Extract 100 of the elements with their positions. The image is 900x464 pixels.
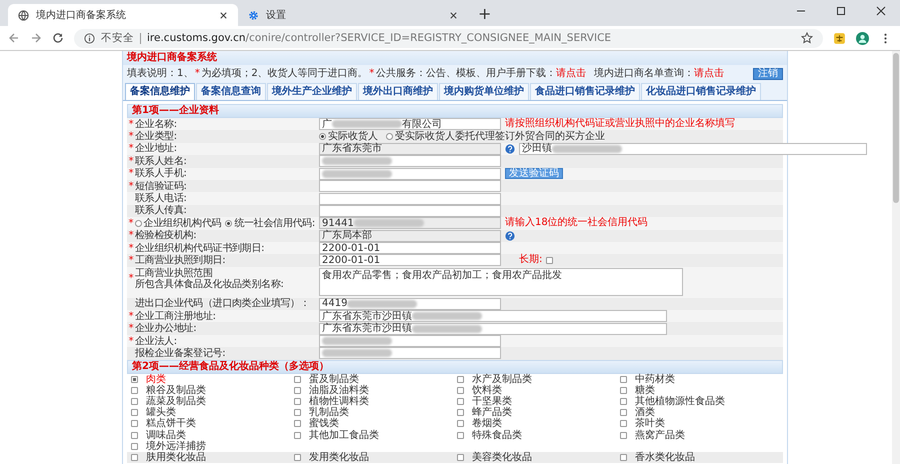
checkbox[interactable] <box>131 442 138 450</box>
checkbox[interactable] <box>131 432 138 439</box>
field-label: 企业法人: <box>135 336 177 347</box>
text-field[interactable]: 广东局本部 <box>319 230 501 242</box>
help-icon[interactable] <box>505 230 515 241</box>
maximize-icon[interactable] <box>836 6 846 16</box>
checkbox[interactable] <box>131 420 138 428</box>
browser-tab[interactable]: 境内进口商备案系统 <box>8 4 238 26</box>
radio-button[interactable] <box>386 133 393 140</box>
avatar-icon[interactable] <box>856 32 869 44</box>
star-icon[interactable] <box>801 32 813 44</box>
checkbox-label: 乳制品类 <box>309 407 349 418</box>
text-field[interactable]: 广东省东莞市 <box>319 142 501 155</box>
checkbox-label: 燕窝产品类 <box>635 430 685 441</box>
back-arrow-icon[interactable] <box>8 32 20 44</box>
nav-tab[interactable]: 食品进口销售记录维护 <box>530 83 640 100</box>
checkbox[interactable] <box>620 432 627 439</box>
extension-icon[interactable] <box>833 32 846 44</box>
checkbox[interactable] <box>546 256 554 264</box>
checkbox-label: 粮谷及制品类 <box>146 384 206 396</box>
checkbox-label: 蔬菜及制品类 <box>146 396 206 408</box>
close-icon[interactable] <box>449 10 458 20</box>
checkbox[interactable] <box>294 398 301 406</box>
checkbox[interactable] <box>294 454 301 462</box>
reload-icon[interactable] <box>52 32 64 44</box>
checkbox-label: 香水类化妆品 <box>635 452 695 464</box>
help-icon[interactable] <box>505 144 515 154</box>
checkbox-label: 罐头类 <box>146 407 176 418</box>
radio-button[interactable] <box>319 133 326 140</box>
text-field[interactable] <box>319 168 501 180</box>
text-field[interactable] <box>319 347 501 360</box>
text-field[interactable]: 2200-01-01 <box>319 242 501 254</box>
checkbox[interactable] <box>457 409 464 416</box>
address-bar[interactable]: 不安全 ire.customs.gov.cn/conire/controller?SERVICE_ID=REGISTRY_CONSIGNEE_MAIN_SERVICE <box>74 28 823 48</box>
radio-button[interactable] <box>134 220 142 227</box>
forward-arrow-icon[interactable] <box>30 32 42 44</box>
checkbox[interactable] <box>620 386 627 394</box>
nav-tab[interactable]: 境外生产企业维护 <box>267 83 357 100</box>
text-field[interactable] <box>319 204 501 217</box>
close-icon[interactable] <box>219 10 228 20</box>
text-field[interactable]: 91441 <box>319 217 501 230</box>
checkbox[interactable] <box>457 454 464 462</box>
field-label: 联系人姓名: <box>135 156 187 167</box>
checkbox[interactable] <box>620 454 627 462</box>
nav-tab[interactable]: 备案信息维护 <box>125 83 195 100</box>
new-tab-button[interactable]: + <box>478 4 492 23</box>
nav-tab[interactable]: 化妆品进口销售记录维护 <box>641 83 761 100</box>
checkbox[interactable] <box>294 386 301 394</box>
text-field[interactable]: 广 有限公司 <box>319 118 501 130</box>
checkbox[interactable] <box>294 420 301 428</box>
field-label: 企业组织机构代码证书到期日: <box>135 242 264 254</box>
text-field[interactable]: 2200-01-01 <box>319 254 501 266</box>
checkbox[interactable] <box>457 376 464 383</box>
field-label: 企业地址: <box>135 143 177 154</box>
checkbox[interactable] <box>457 420 464 428</box>
nav-tab[interactable]: 境内购货单位维护 <box>439 83 529 100</box>
click-here-link[interactable]: 请点击 <box>556 68 586 80</box>
scrollbar[interactable] <box>892 51 900 464</box>
checkbox-label: 糖类 <box>635 384 655 396</box>
checkbox-label: 饮料类 <box>472 384 502 396</box>
checkbox[interactable] <box>620 409 627 416</box>
radio-button[interactable] <box>225 220 232 227</box>
hint-text: 请按照组织机构代码证或营业执照中的企业名称填写 <box>505 119 735 130</box>
checkbox[interactable] <box>294 376 301 383</box>
info-icon[interactable] <box>84 32 95 44</box>
checkbox[interactable] <box>457 398 464 406</box>
nav-tab[interactable]: 备案信息查询 <box>196 83 266 100</box>
checkbox[interactable] <box>294 409 301 416</box>
text-field[interactable]: 4419 <box>319 298 501 310</box>
checkbox[interactable] <box>457 386 464 394</box>
checkbox[interactable] <box>131 398 138 406</box>
checkbox[interactable] <box>620 376 627 383</box>
text-field[interactable] <box>319 192 501 205</box>
text-field[interactable]: 广东省东莞市沙田镇 <box>319 322 667 335</box>
close-icon[interactable] <box>876 6 886 16</box>
checkbox[interactable] <box>457 432 464 439</box>
radio-label: 受实际收货人委托代理签订外贸合同的买方企业 <box>395 132 605 142</box>
checkbox[interactable] <box>294 432 301 439</box>
section-header: 第2项——经营食品及化妆品种类（多选项） <box>127 360 783 374</box>
click-here-link[interactable]: 请点击 <box>694 68 724 80</box>
checkbox[interactable] <box>131 386 138 394</box>
checkbox[interactable] <box>620 398 627 406</box>
checkbox[interactable] <box>620 420 627 428</box>
checkbox[interactable] <box>131 454 138 462</box>
required-mark: * <box>128 336 134 347</box>
checkbox[interactable] <box>131 409 138 416</box>
checkbox-label: 其他植物源性食品类 <box>635 396 725 408</box>
text-field[interactable] <box>319 180 501 192</box>
section-header: 第1项——企业资料 <box>127 104 783 118</box>
checkbox-label: 特殊食品类 <box>472 430 522 441</box>
field-label: 联系人手机: <box>135 168 187 180</box>
nav-tab[interactable]: 境外出口商维护 <box>358 83 438 100</box>
text-field[interactable] <box>319 335 501 348</box>
text-area[interactable]: 食用农产品零售；食用农产品初加工；食用农产品批发 <box>319 268 683 296</box>
instruction-text: 境内进口商名单查询： <box>594 68 694 80</box>
text-field[interactable] <box>319 155 501 168</box>
text-field[interactable]: 沙田镇 <box>519 142 867 155</box>
browser-tab[interactable]: 设置 <box>238 4 468 26</box>
text-field[interactable]: 广东省东莞市沙田镇 <box>319 310 667 322</box>
checkbox[interactable] <box>131 376 138 383</box>
